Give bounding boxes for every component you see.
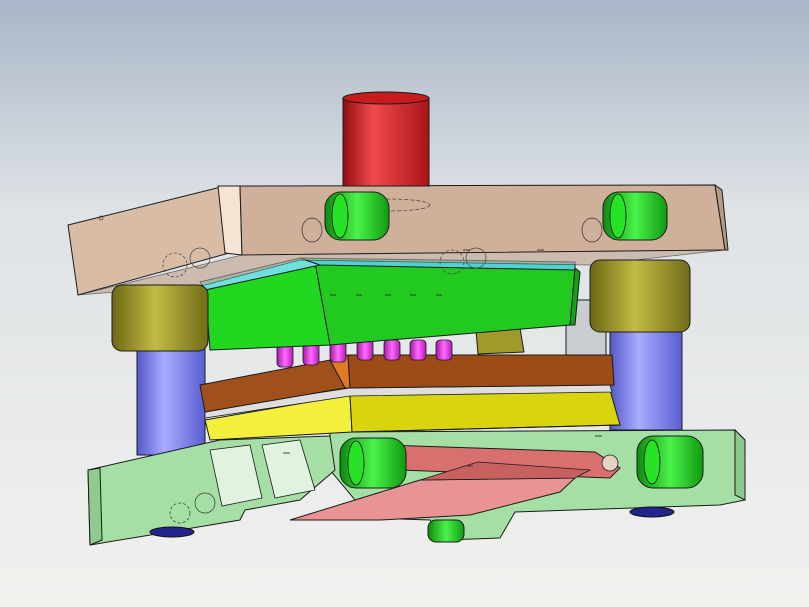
- die-assembly-3d-view: [0, 0, 809, 607]
- cad-viewport[interactable]: [0, 0, 809, 607]
- punch-shank[interactable]: [342, 91, 430, 187]
- bolt-hole-right: [629, 506, 675, 518]
- upper-guide-bushing-left[interactable]: [111, 284, 209, 352]
- screw-head-bottom-right[interactable]: [636, 435, 704, 489]
- screw-head-bottom-left[interactable]: [339, 437, 407, 489]
- guide-post-right[interactable]: [609, 324, 683, 431]
- screw-head-under[interactable]: [427, 519, 465, 543]
- guide-post-left[interactable]: [136, 344, 206, 456]
- bolt-hole-left: [149, 526, 195, 538]
- small-screw-strip: [601, 454, 619, 472]
- screw-head-top-left[interactable]: [324, 191, 390, 241]
- screw-head-top-right[interactable]: [602, 191, 668, 241]
- upper-guide-bushing-right[interactable]: [589, 259, 691, 333]
